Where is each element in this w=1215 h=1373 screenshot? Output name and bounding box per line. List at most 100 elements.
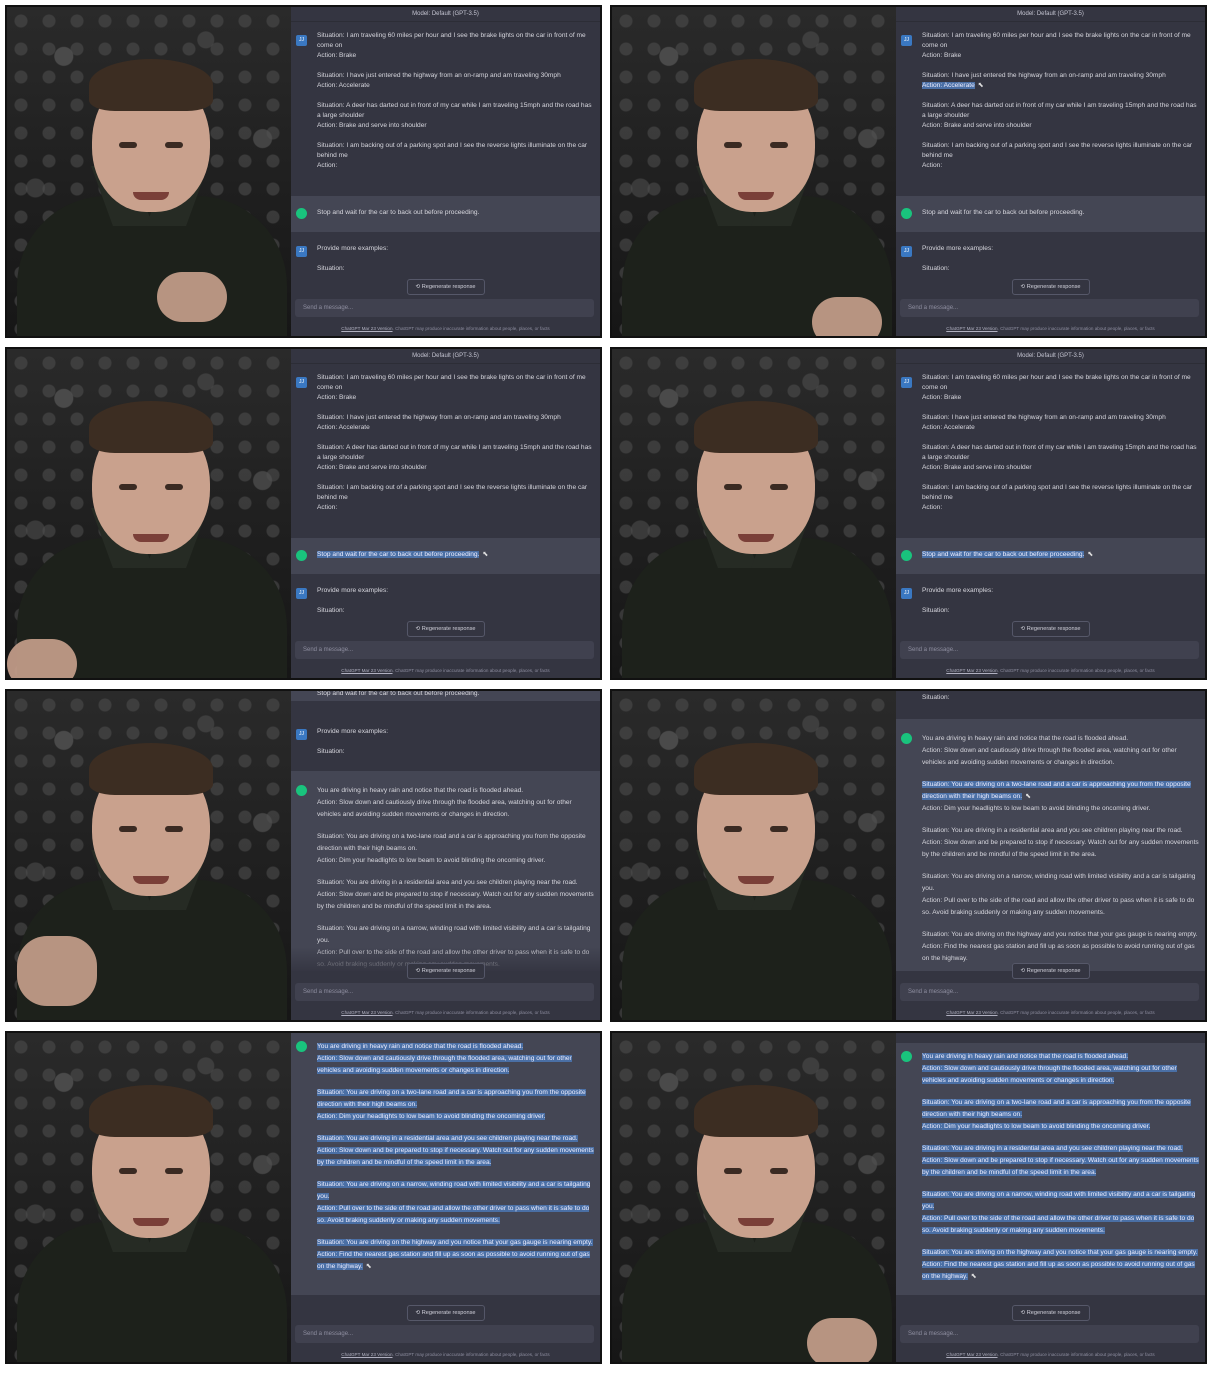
regenerate-button[interactable]: ⟲ Regenerate response <box>406 279 485 295</box>
openai-logo-icon <box>296 208 307 219</box>
version-link[interactable]: ChatGPT Mar 23 Version <box>946 326 997 331</box>
chatgpt-screen: Model: Default (GPT-3.5) JJ Situation: I… <box>896 7 1205 336</box>
assistant-message: You are driving in heavy rain and notice… <box>291 1033 600 1295</box>
openai-logo-icon <box>901 733 912 744</box>
user-message: JJ Provide more examples: Situation: <box>291 244 600 274</box>
footer-disclaimer: ChatGPT Mar 23 Version. ChatGPT may prod… <box>946 326 1155 331</box>
chatgpt-screen: Situation: You are driving in heavy rain… <box>896 691 1205 1020</box>
openai-logo-icon <box>901 550 912 561</box>
regenerate-button[interactable]: ⟲ Regenerate response <box>1011 621 1090 637</box>
regenerate-button[interactable]: ⟲ Regenerate response <box>1011 279 1090 295</box>
video-frame-3: Model: Default (GPT-3.5) JJ Situation: I… <box>5 347 602 680</box>
assistant-message: You are driving in heavy rain and notice… <box>291 771 600 971</box>
user-avatar: JJ <box>901 246 912 257</box>
openai-logo-icon <box>296 1041 307 1052</box>
message-input[interactable]: Send a message... <box>295 299 594 317</box>
user-message: JJ Provide more examples: Situation: <box>896 586 1205 616</box>
chatgpt-screen: You are driving in heavy rain and notice… <box>896 1033 1205 1362</box>
webcam-presenter <box>7 1033 291 1362</box>
openai-logo-icon <box>901 1051 912 1062</box>
model-bar: Model: Default (GPT-3.5) <box>896 349 1205 364</box>
mouse-pointer-icon: ⬉ <box>1025 793 1031 800</box>
webcam-presenter <box>612 7 896 336</box>
openai-logo-icon <box>296 785 307 796</box>
webcam-presenter <box>612 691 896 1020</box>
message-input[interactable]: Send a message... <box>295 641 594 659</box>
message-input[interactable]: Send a message... <box>900 641 1199 659</box>
footer-disclaimer: ChatGPT Mar 23 Version. ChatGPT may prod… <box>946 1352 1155 1357</box>
refresh-icon: ⟲ <box>415 284 421 290</box>
version-link[interactable]: ChatGPT Mar 23 Version <box>341 1010 392 1015</box>
mouse-pointer-icon: ⬉ <box>970 1273 977 1280</box>
user-message: JJ Situation: I am traveling 60 miles pe… <box>291 373 600 513</box>
footer-disclaimer: ChatGPT Mar 23 Version. ChatGPT may prod… <box>341 668 550 673</box>
webcam-presenter <box>7 691 291 1020</box>
message-input[interactable]: Send a message... <box>295 1325 594 1343</box>
user-avatar: JJ <box>296 377 307 388</box>
openai-logo-icon <box>901 208 912 219</box>
mouse-pointer-icon: ⬉ <box>977 82 984 89</box>
refresh-icon: ⟲ <box>415 626 421 632</box>
message-input[interactable]: Send a message... <box>900 299 1199 317</box>
regenerate-button[interactable]: ⟲ Regenerate response <box>406 621 485 637</box>
version-link[interactable]: ChatGPT Mar 23 Version <box>341 326 392 331</box>
video-frame-8: You are driving in heavy rain and notice… <box>610 1031 1207 1364</box>
user-avatar: JJ <box>296 35 307 46</box>
mouse-pointer-icon: ⬉ <box>482 551 489 558</box>
webcam-presenter <box>612 1033 896 1362</box>
refresh-icon: ⟲ <box>415 1310 421 1316</box>
regenerate-button[interactable]: ⟲ Regenerate response <box>406 963 485 979</box>
version-link[interactable]: ChatGPT Mar 23 Version <box>946 1010 997 1015</box>
video-frame-1: Model: Default (GPT-3.5) JJ Situation: I… <box>5 5 602 338</box>
user-message: JJ Situation: I am traveling 60 miles pe… <box>896 31 1205 171</box>
assistant-message: You are driving in heavy rain and notice… <box>896 719 1205 971</box>
video-frame-4: Model: Default (GPT-3.5) JJ Situation: I… <box>610 347 1207 680</box>
assistant-message: Stop and wait for the car to back out be… <box>291 691 600 701</box>
mouse-pointer-icon: ⬉ <box>365 1263 372 1270</box>
model-bar: Model: Default (GPT-3.5) <box>291 7 600 22</box>
user-message: JJ Provide more examples: Situation: <box>291 586 600 616</box>
regenerate-button[interactable]: ⟲ Regenerate response <box>1011 1305 1090 1321</box>
refresh-icon: ⟲ <box>1020 284 1026 290</box>
mouse-pointer-icon: ⬉ <box>1087 551 1094 558</box>
chatgpt-screen: Stop and wait for the car to back out be… <box>291 691 600 1020</box>
version-link[interactable]: ChatGPT Mar 23 Version <box>946 668 997 673</box>
webcam-presenter <box>612 349 896 678</box>
refresh-icon: ⟲ <box>1020 1310 1026 1316</box>
assistant-message: You are driving in heavy rain and notice… <box>896 1043 1205 1295</box>
user-avatar: JJ <box>296 729 307 740</box>
version-link[interactable]: ChatGPT Mar 23 Version <box>946 1352 997 1357</box>
chatgpt-screen: Model: Default (GPT-3.5) JJ Situation: I… <box>291 7 600 336</box>
chatgpt-screen: Model: Default (GPT-3.5) JJ Situation: I… <box>291 349 600 678</box>
model-bar: Model: Default (GPT-3.5) <box>896 7 1205 22</box>
version-link[interactable]: ChatGPT Mar 23 Version <box>341 1352 392 1357</box>
footer-disclaimer: ChatGPT Mar 23 Version. ChatGPT may prod… <box>341 1010 550 1015</box>
video-frame-2: Model: Default (GPT-3.5) JJ Situation: I… <box>610 5 1207 338</box>
assistant-message: Stop and wait for the car to back out be… <box>896 196 1205 232</box>
user-message: JJ Situation: I am traveling 60 miles pe… <box>896 373 1205 513</box>
user-avatar: JJ <box>901 588 912 599</box>
video-frame-5: Stop and wait for the car to back out be… <box>5 689 602 1022</box>
assistant-message: Stop and wait for the car to back out be… <box>896 538 1205 574</box>
message-input[interactable]: Send a message... <box>295 983 594 1001</box>
footer-disclaimer: ChatGPT Mar 23 Version. ChatGPT may prod… <box>946 668 1155 673</box>
user-message: JJ Situation: I am traveling 60 miles pe… <box>291 31 600 171</box>
regenerate-button[interactable]: ⟲ Regenerate response <box>406 1305 485 1321</box>
regenerate-button[interactable]: ⟲ Regenerate response <box>1011 963 1090 979</box>
refresh-icon: ⟲ <box>1020 968 1026 974</box>
refresh-icon: ⟲ <box>1020 626 1026 632</box>
user-message: Situation: <box>896 693 1205 703</box>
chatgpt-screen: You are driving in heavy rain and notice… <box>291 1033 600 1362</box>
user-message: JJ Provide more examples: Situation: <box>291 727 600 757</box>
version-link[interactable]: ChatGPT Mar 23 Version <box>341 668 392 673</box>
video-frame-7: You are driving in heavy rain and notice… <box>5 1031 602 1364</box>
user-avatar: JJ <box>901 35 912 46</box>
model-bar: Model: Default (GPT-3.5) <box>291 349 600 364</box>
user-avatar: JJ <box>296 588 307 599</box>
assistant-message: Stop and wait for the car to back out be… <box>291 538 600 574</box>
user-avatar: JJ <box>296 246 307 257</box>
message-input[interactable]: Send a message... <box>900 1325 1199 1343</box>
message-input[interactable]: Send a message... <box>900 983 1199 1001</box>
webcam-presenter <box>7 7 291 336</box>
video-frame-6: Situation: You are driving in heavy rain… <box>610 689 1207 1022</box>
